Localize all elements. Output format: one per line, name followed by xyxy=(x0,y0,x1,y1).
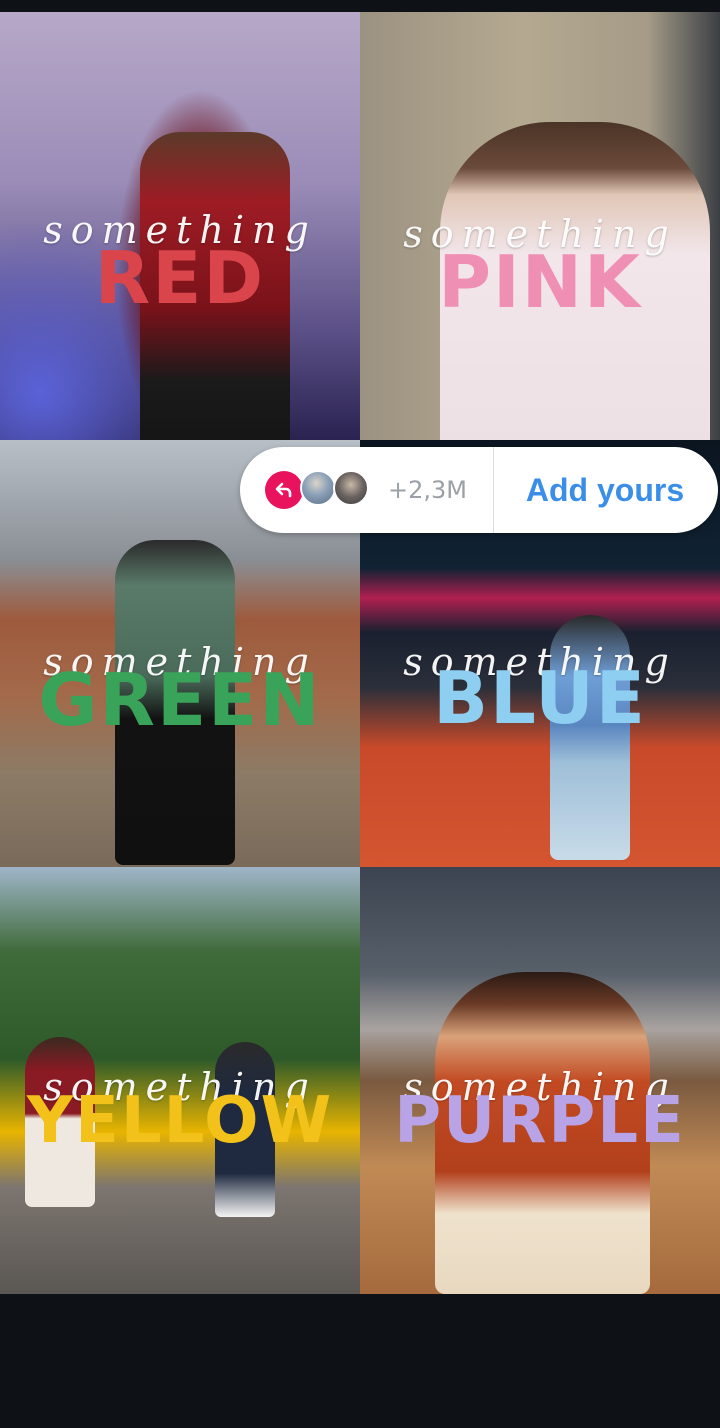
tile-pink: something PINK xyxy=(360,12,720,440)
tile-purple: something PURPLE xyxy=(360,867,720,1294)
add-yours-button[interactable]: Add yours xyxy=(494,447,716,533)
tile-red: something RED xyxy=(0,12,360,440)
participant-avatar[interactable] xyxy=(333,470,369,506)
color-word: PINK xyxy=(438,240,642,324)
tile-yellow: something YELLOW xyxy=(0,867,360,1294)
reply-arrow-icon[interactable] xyxy=(265,471,303,509)
color-word: YELLOW xyxy=(26,1084,334,1158)
color-word: RED xyxy=(94,236,266,320)
story-collage: something RED something PINK something G… xyxy=(0,12,720,1294)
participant-avatar[interactable] xyxy=(300,470,336,506)
color-word: PURPLE xyxy=(394,1084,686,1158)
participant-count[interactable]: +2,3M xyxy=(388,447,467,533)
color-word: GREEN xyxy=(38,658,322,742)
color-word: BLUE xyxy=(433,656,647,740)
